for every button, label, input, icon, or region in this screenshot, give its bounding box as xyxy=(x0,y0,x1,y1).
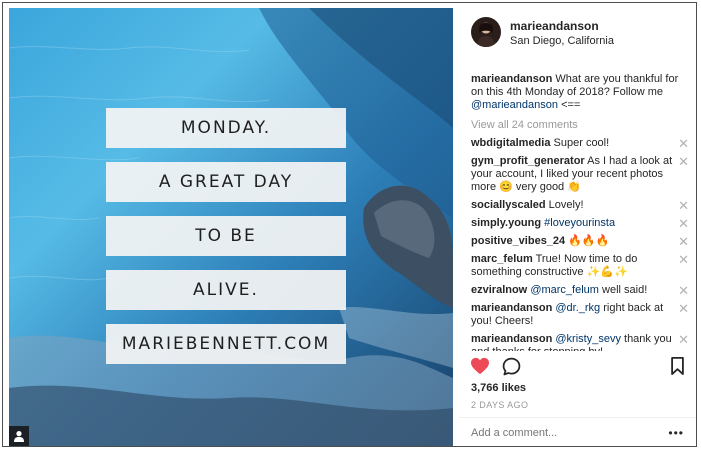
post-modal: MONDAY. A GREAT DAY TO BE ALIVE. MARIEBE… xyxy=(2,2,697,447)
comment-username[interactable]: ezviralnow xyxy=(471,284,527,296)
post-header: marieandanson San Diego, California xyxy=(459,3,696,61)
caption-username[interactable]: marieandanson xyxy=(471,73,552,85)
comment-item: positive_vibes_24 🔥🔥🔥 ✕ xyxy=(471,235,689,248)
like-button[interactable] xyxy=(470,357,490,380)
post-date[interactable]: 2 DAYS AGO xyxy=(471,400,528,410)
user-tag-icon xyxy=(14,431,24,442)
comment-username[interactable]: marieandanson xyxy=(471,333,552,345)
comment-username[interactable]: wbdigitalmedia xyxy=(471,137,550,149)
user-tag-button[interactable] xyxy=(9,426,29,446)
caption-suffix: <== xyxy=(561,99,581,111)
close-icon[interactable]: ✕ xyxy=(678,253,689,266)
post-photo[interactable]: MONDAY. A GREAT DAY TO BE ALIVE. MARIEBE… xyxy=(9,8,453,446)
caption: marieandanson What are you thankful for … xyxy=(471,73,689,112)
heart-icon xyxy=(471,357,489,375)
close-icon[interactable]: ✕ xyxy=(678,333,689,346)
comment-item: wbdigitalmedia Super cool! ✕ xyxy=(471,137,689,150)
post-side-panel: marieandanson San Diego, California mari… xyxy=(459,3,696,446)
quote-line-3: TO BE xyxy=(106,216,346,256)
quote-line-1: MONDAY. xyxy=(106,108,346,148)
comment-button[interactable] xyxy=(502,357,521,381)
comment-item: simply.young #loveyourinsta ✕ xyxy=(471,217,689,230)
comment-username[interactable]: marieandanson xyxy=(471,302,552,314)
comment-mention-link[interactable]: @marc_felum xyxy=(530,284,599,296)
view-all-comments-link[interactable]: View all 24 comments xyxy=(471,119,689,132)
comment-username[interactable]: sociallyscaled xyxy=(471,199,546,211)
comment-text: Super cool! xyxy=(553,137,610,149)
comment-item: marieandanson @kristy_sevy thank you and… xyxy=(471,333,689,351)
header-location[interactable]: San Diego, California xyxy=(510,35,614,47)
comment-text: well said! xyxy=(598,284,648,296)
avatar-image xyxy=(471,17,501,47)
close-icon[interactable]: ✕ xyxy=(678,217,689,230)
comment-hashtag-link[interactable]: #loveyourinsta xyxy=(544,217,615,229)
comment-username[interactable]: gym_profit_generator xyxy=(471,155,585,167)
bookmark-icon xyxy=(671,357,684,375)
close-icon[interactable]: ✕ xyxy=(678,284,689,297)
post-actions xyxy=(459,351,696,381)
likes-count[interactable]: 3,766 likes xyxy=(471,382,526,394)
comment-mention-link[interactable]: @kristy_sevy xyxy=(555,333,621,345)
close-icon[interactable]: ✕ xyxy=(678,302,689,315)
add-comment-input[interactable] xyxy=(471,427,661,439)
caption-mention[interactable]: @marieandanson xyxy=(471,99,558,111)
quote-line-5: MARIEBENNETT.COM xyxy=(106,324,346,364)
comment-item: marc_felum True! Now time to do somethin… xyxy=(471,253,689,279)
close-icon[interactable]: ✕ xyxy=(678,137,689,150)
comment-item: ezviralnow @marc_felum well said! ✕ xyxy=(471,284,689,297)
comment-username[interactable]: marc_felum xyxy=(471,253,533,265)
comment-username[interactable]: positive_vibes_24 xyxy=(471,235,565,247)
comments-area[interactable]: marieandanson What are you thankful for … xyxy=(471,73,689,351)
close-icon[interactable]: ✕ xyxy=(678,155,689,168)
close-icon[interactable]: ✕ xyxy=(678,199,689,212)
comment-item: gym_profit_generator As I had a look at … xyxy=(471,155,689,194)
more-options-button[interactable]: ••• xyxy=(668,426,684,440)
comment-item: marieandanson @dr._rkg right back at you… xyxy=(471,302,689,328)
avatar[interactable] xyxy=(471,17,501,47)
comment-bubble-icon xyxy=(502,357,521,376)
divider xyxy=(459,417,696,418)
header-username[interactable]: marieandanson xyxy=(510,19,599,33)
comment-item: sociallyscaled Lovely! ✕ xyxy=(471,199,689,212)
comment-text: 🔥🔥🔥 xyxy=(568,235,610,247)
save-button[interactable] xyxy=(670,357,685,380)
comment-username[interactable]: simply.young xyxy=(471,217,541,229)
comment-mention-link[interactable]: @dr._rkg xyxy=(555,302,600,314)
close-icon[interactable]: ✕ xyxy=(678,235,689,248)
quote-line-4: ALIVE. xyxy=(106,270,346,310)
comment-text: Lovely! xyxy=(548,199,584,211)
quote-line-2: A GREAT DAY xyxy=(106,162,346,202)
